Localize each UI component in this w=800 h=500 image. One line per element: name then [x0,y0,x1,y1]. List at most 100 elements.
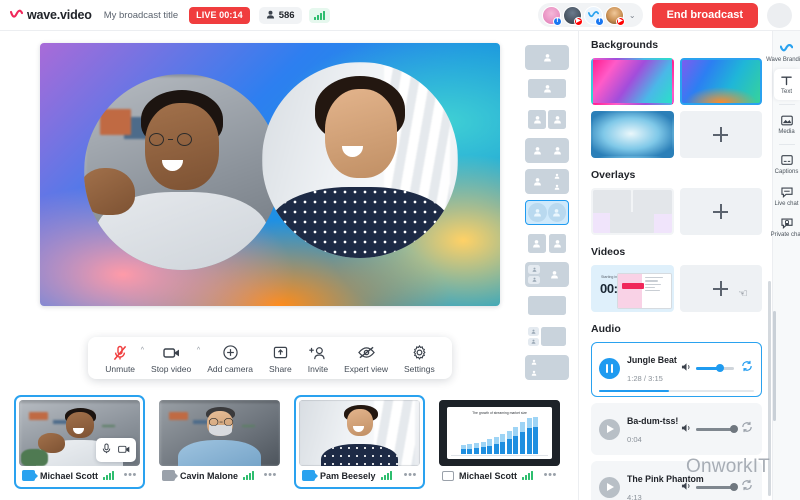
volume-slider[interactable] [696,364,734,372]
overlays-title: Overlays [591,169,636,181]
assets-panel-scroll: Backgrounds Overlays Videos Starting in … [579,31,772,500]
layout-stacked-people[interactable] [525,355,569,380]
participant-tile-3[interactable]: Pam Beesely ••• [294,395,425,489]
mic-icon[interactable] [102,441,111,459]
toolbar-settings[interactable]: Settings [396,344,443,374]
pause-button[interactable] [599,357,620,379]
participant-name: Michael Scott [459,470,518,481]
plus-icon [713,127,729,142]
volume-control[interactable] [681,420,738,438]
toolbar-label: Invite [307,364,329,374]
canvas-participant-right[interactable] [262,62,458,258]
destination-avatar-4[interactable]: ▶ [604,5,625,26]
rail-item-private-chat[interactable]: Private chat [771,212,800,243]
rail-item-media[interactable]: Media [774,109,800,140]
rail-item-wave-branding[interactable]: Wave Branding [766,37,800,68]
toolbar-stop-video[interactable]: Stop video ^ [143,344,200,374]
loop-icon[interactable] [741,420,753,438]
captions-icon [780,154,793,167]
layout-one-plus-two[interactable] [525,169,569,194]
header-right-group: f ▶ f ▶ ⌄ End broadcast [537,2,792,28]
backgrounds-grid [591,58,762,158]
eye-off-icon [357,344,375,361]
layout-two-circles[interactable] [525,200,569,225]
audio-track-title: Ba-dum-tss! [627,416,679,426]
participant-tile-1[interactable]: Michael Scott ••• [14,395,145,489]
background-gradient-sunset[interactable] [679,58,762,105]
participant-name: Michael Scott [40,470,99,481]
stage-toolbar: Unmute ^ Stop video ^ Add camera Share I… [88,337,452,379]
rail-item-captions[interactable]: Captions [774,149,800,180]
layout-two-equal[interactable] [525,138,569,163]
stage-area: Unmute ^ Stop video ^ Add camera Share I… [0,31,578,500]
toolbar-label: Settings [404,364,435,374]
volume-control[interactable] [681,359,734,377]
ellipsis-icon[interactable]: ••• [264,470,277,481]
rail-item-live-chat[interactable]: Live chat [774,181,800,212]
audio-track-2[interactable]: Ba-dum-tss! 0:04 [591,403,762,455]
toolbar-invite[interactable]: Invite [300,344,336,374]
ellipsis-icon[interactable]: ••• [544,470,557,481]
participant-tile-bar: Michael Scott ••• [19,466,140,485]
stream-health-indicator [308,7,330,23]
ellipsis-icon[interactable]: ••• [124,470,137,481]
ellipsis-icon[interactable]: ••• [404,470,417,481]
end-broadcast-button[interactable]: End broadcast [651,2,758,28]
background-gradient-aqua[interactable] [591,111,674,158]
canvas-participant-left[interactable] [84,74,280,270]
stage-top: Unmute ^ Stop video ^ Add camera Share I… [0,31,578,388]
volume-control[interactable] [681,478,738,496]
layout-two-small[interactable] [525,107,569,132]
brand-logo[interactable]: wave.video [9,8,92,22]
video-countdown[interactable]: Starting in 00:15 [591,265,674,312]
volume-slider[interactable] [696,425,738,433]
participants-filmstrip: Michael Scott ••• Cavin Malone ••• Pam B… [0,388,578,500]
user-avatar[interactable] [767,2,792,28]
tile-hover-controls[interactable] [96,438,136,462]
chevron-down-icon[interactable]: ⌄ [629,11,636,20]
audio-progress-bar[interactable] [599,390,754,392]
background-gradient-magenta[interactable] [591,58,674,105]
participant-tile-4[interactable]: The growth of streaming market size Mich… [434,395,565,489]
rail-label: Wave Branding [766,57,800,63]
destination-avatar-3[interactable]: f [583,5,604,26]
add-background-button[interactable] [679,111,762,158]
rail-label: Live chat [774,200,799,207]
volume-slider[interactable] [696,483,738,491]
participant-tile-2[interactable]: Cavin Malone ••• [154,395,285,489]
layout-screen-with-strip[interactable] [525,324,569,349]
audio-track-3[interactable]: The Pink Phantom 4:13 [591,461,762,500]
broadcast-canvas[interactable] [40,43,500,306]
camera-icon[interactable] [118,441,130,459]
speaker-icon [681,478,692,496]
layout-single-full[interactable] [525,45,569,70]
layout-two-portrait[interactable] [525,231,569,256]
play-button[interactable] [599,418,620,440]
panel-scrollbar[interactable] [768,281,771,496]
broadcast-title[interactable]: My broadcast title [104,10,178,21]
toolbar-unmute[interactable]: Unmute ^ [97,344,144,374]
toolbar-share[interactable]: Share [261,344,300,374]
layout-sidebar-plus-main[interactable] [525,262,569,287]
loop-icon[interactable] [741,359,753,377]
rail-scrollbar[interactable] [773,311,776,421]
backgrounds-title: Backgrounds [591,39,659,51]
toolbar-label: Share [269,364,292,374]
overlay-collage[interactable] [591,188,674,235]
destination-avatar-1[interactable]: f [541,5,562,26]
audio-track-1[interactable]: Jungle Beat 1:28 / 3:15 [591,342,762,397]
loop-icon[interactable] [741,478,753,496]
toolbar-add-camera[interactable]: Add camera [199,344,261,374]
layout-single-framed[interactable] [525,76,569,101]
canvas-wrapper: Unmute ^ Stop video ^ Add camera Share I… [0,43,516,388]
add-overlay-button[interactable] [679,188,762,235]
toolbar-expert-view[interactable]: Expert view [336,344,396,374]
destination-avatar-2[interactable]: ▶ [562,5,583,26]
overlays-grid [591,188,762,235]
add-video-button[interactable]: ☜ [679,265,762,312]
speaker-icon [681,359,692,377]
play-button[interactable] [599,476,620,498]
rail-item-text[interactable]: Text [773,68,800,100]
destinations-group[interactable]: f ▶ f ▶ ⌄ [537,3,643,27]
layout-screen-only[interactable] [525,293,569,318]
